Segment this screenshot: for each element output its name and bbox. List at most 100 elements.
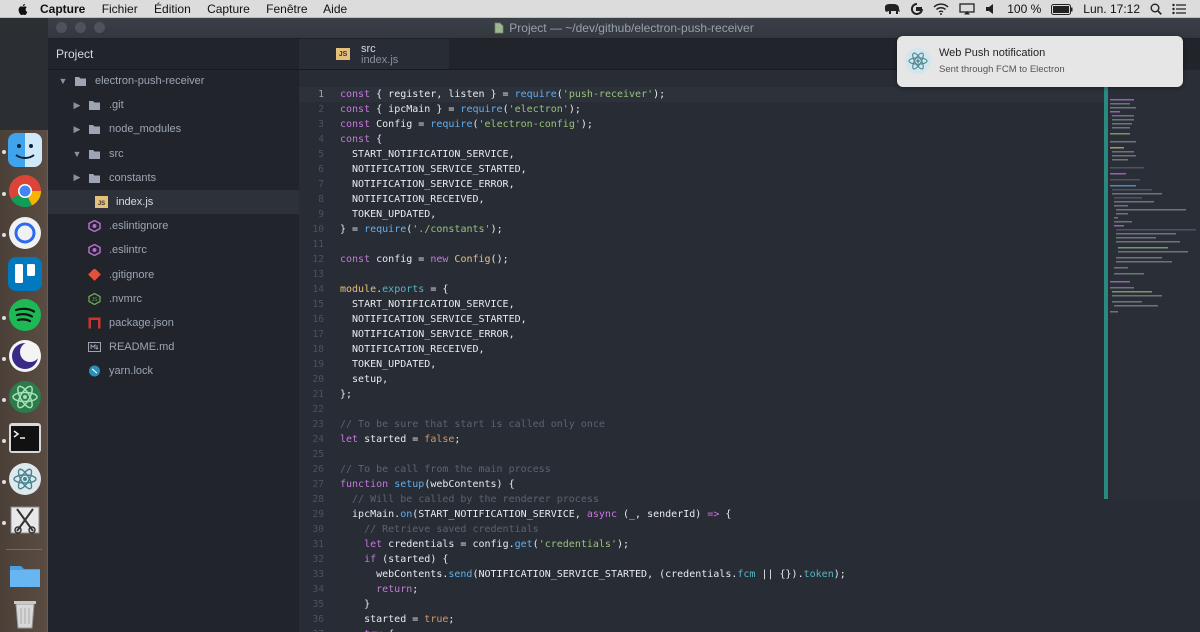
running-indicator [2, 521, 6, 525]
moon-app-icon[interactable] [8, 339, 42, 373]
notification-center-icon[interactable] [1172, 3, 1186, 15]
atom-editor-icon[interactable] [8, 380, 42, 414]
git-file-icon [88, 267, 101, 281]
code-line[interactable]: START_NOTIFICATION_SERVICE, [339, 147, 1109, 162]
code-line[interactable]: NOTIFICATION_SERVICE_ERROR, [339, 177, 1109, 192]
code-line[interactable]: // Will be called by the renderer proces… [339, 492, 1109, 507]
folder-icon[interactable] [8, 557, 42, 591]
tree-item-label: .eslintrc [109, 244, 147, 257]
code-line[interactable]: let started = false; [339, 432, 1109, 447]
spotify-icon[interactable] [8, 298, 42, 332]
code-line[interactable]: NOTIFICATION_SERVICE_STARTED, [339, 312, 1109, 327]
menu-app-name[interactable]: Capture [40, 2, 85, 16]
chrome-icon[interactable] [8, 174, 42, 208]
code-line[interactable]: let credentials = config.get('credential… [339, 537, 1109, 552]
chevron-down-icon[interactable]: ▼ [72, 149, 82, 159]
code-line[interactable] [339, 447, 1109, 462]
screenshot-tool-icon[interactable] [8, 503, 42, 537]
tree-folder-item[interactable]: ▶ node_modules [48, 117, 299, 141]
code-line[interactable]: // To be call from the main process [339, 462, 1109, 477]
code-editor[interactable]: const { register, listen } = require('pu… [339, 69, 1109, 632]
menu-aide[interactable]: Aide [323, 2, 347, 16]
code-line[interactable]: NOTIFICATION_RECEIVED, [339, 342, 1109, 357]
airplay-icon[interactable] [959, 3, 975, 15]
minimap-scroll-indicator[interactable] [1104, 69, 1108, 499]
menu-fichier[interactable]: Fichier [102, 2, 138, 16]
chevron-right-icon[interactable]: ▶ [72, 124, 82, 135]
terminal-icon[interactable] [8, 421, 42, 455]
line-number-gutter[interactable]: 1 2 3 4 5 6 7 8 9 10 11 12 13 14 15 16 17 18 19 20 21 22 23 24 2… [299, 69, 339, 632]
code-line[interactable] [339, 237, 1109, 252]
tree-file-item[interactable]: README.md [48, 335, 299, 359]
code-line[interactable]: } = require('./constants'); [339, 222, 1109, 237]
minimize-window-button[interactable] [75, 22, 86, 33]
code-line[interactable]: ipcMain.on(START_NOTIFICATION_SERVICE, a… [339, 507, 1109, 522]
code-line[interactable] [339, 402, 1109, 417]
tree-file-item[interactable]: JS .nvmrc [48, 287, 299, 311]
volume-icon[interactable] [985, 3, 997, 15]
code-line[interactable]: START_NOTIFICATION_SERVICE, [339, 297, 1109, 312]
finder-icon[interactable] [8, 133, 42, 167]
code-line[interactable]: } [339, 597, 1109, 612]
folder-icon [88, 172, 101, 184]
code-line[interactable]: NOTIFICATION_SERVICE_STARTED, [339, 162, 1109, 177]
spotlight-search-icon[interactable] [1150, 3, 1162, 15]
line-number: 9 [318, 209, 324, 220]
code-line[interactable]: NOTIFICATION_RECEIVED, [339, 192, 1109, 207]
tree-folder-item[interactable]: ▶ .git [48, 93, 299, 117]
menu-capture[interactable]: Capture [207, 2, 250, 16]
tree-file-item[interactable]: .gitignore [48, 263, 299, 287]
code-line[interactable]: setup, [339, 372, 1109, 387]
code-line[interactable]: started = true; [339, 612, 1109, 627]
tab-index-js[interactable]: JS src index.js [299, 39, 449, 69]
apple-logo-icon[interactable] [16, 2, 30, 16]
code-line[interactable] [339, 267, 1109, 282]
tree-file-item[interactable]: .eslintrc [48, 238, 299, 262]
chevron-right-icon[interactable]: ▶ [72, 100, 82, 111]
clock[interactable]: Lun. 17:12 [1083, 2, 1140, 16]
menu-edition[interactable]: Édition [154, 2, 191, 16]
close-window-button[interactable] [56, 22, 67, 33]
code-line[interactable]: const { [339, 132, 1109, 147]
electron-icon[interactable] [8, 462, 42, 496]
code-line[interactable]: function setup(webContents) { [339, 477, 1109, 492]
code-line[interactable]: NOTIFICATION_SERVICE_ERROR, [339, 327, 1109, 342]
chevron-down-icon[interactable]: ▼ [58, 76, 68, 86]
code-line[interactable]: if (started) { [339, 552, 1109, 567]
code-line[interactable]: // To be sure that start is called only … [339, 417, 1109, 432]
code-line[interactable]: const config = new Config(); [339, 252, 1109, 267]
web-push-notification[interactable]: Web Push notification Sent through FCM t… [897, 36, 1183, 87]
tree-file-item[interactable]: .eslintignore [48, 214, 299, 238]
code-line[interactable]: const { ipcMain } = require('electron'); [339, 102, 1109, 117]
zoom-window-button[interactable] [94, 22, 105, 33]
elephant-icon[interactable] [883, 3, 901, 15]
tree-folder-item[interactable]: ▼ electron-push-receiver [48, 69, 299, 93]
line-number: 19 [312, 359, 324, 370]
code-line[interactable]: const { register, listen } = require('pu… [339, 87, 1109, 102]
battery-icon[interactable] [1051, 3, 1073, 15]
code-line[interactable]: webContents.send(NOTIFICATION_SERVICE_ST… [339, 567, 1109, 582]
code-line[interactable]: }; [339, 387, 1109, 402]
signal-app-icon[interactable] [8, 216, 42, 250]
chevron-right-icon[interactable]: ▶ [72, 172, 82, 183]
trash-icon[interactable] [8, 596, 42, 630]
code-line[interactable]: try { [339, 627, 1109, 632]
code-line[interactable]: // Retrieve saved credentials [339, 522, 1109, 537]
tree-view: Project ▼ electron-push-receiver ▶ .git ▶ nod… [48, 39, 299, 632]
code-line[interactable]: return; [339, 582, 1109, 597]
minimap[interactable] [1104, 69, 1200, 499]
document-proxy-icon[interactable] [494, 22, 504, 34]
wifi-icon[interactable] [933, 3, 949, 15]
tree-file-item[interactable]: package.json [48, 311, 299, 335]
tree-folder-item[interactable]: ▶ constants [48, 166, 299, 190]
tree-file-item[interactable]: yarn.lock [48, 359, 299, 383]
code-line[interactable]: module.exports = { [339, 282, 1109, 297]
code-line[interactable]: TOKEN_UPDATED, [339, 207, 1109, 222]
code-line[interactable]: const Config = require('electron-config'… [339, 117, 1109, 132]
google-g-icon[interactable] [911, 3, 924, 15]
tree-folder-item[interactable]: ▼ src [48, 142, 299, 166]
tree-file-item[interactable]: JS index.js [48, 190, 299, 214]
code-line[interactable]: TOKEN_UPDATED, [339, 357, 1109, 372]
trello-icon[interactable] [8, 257, 42, 291]
menu-fenetre[interactable]: Fenêtre [266, 2, 307, 16]
